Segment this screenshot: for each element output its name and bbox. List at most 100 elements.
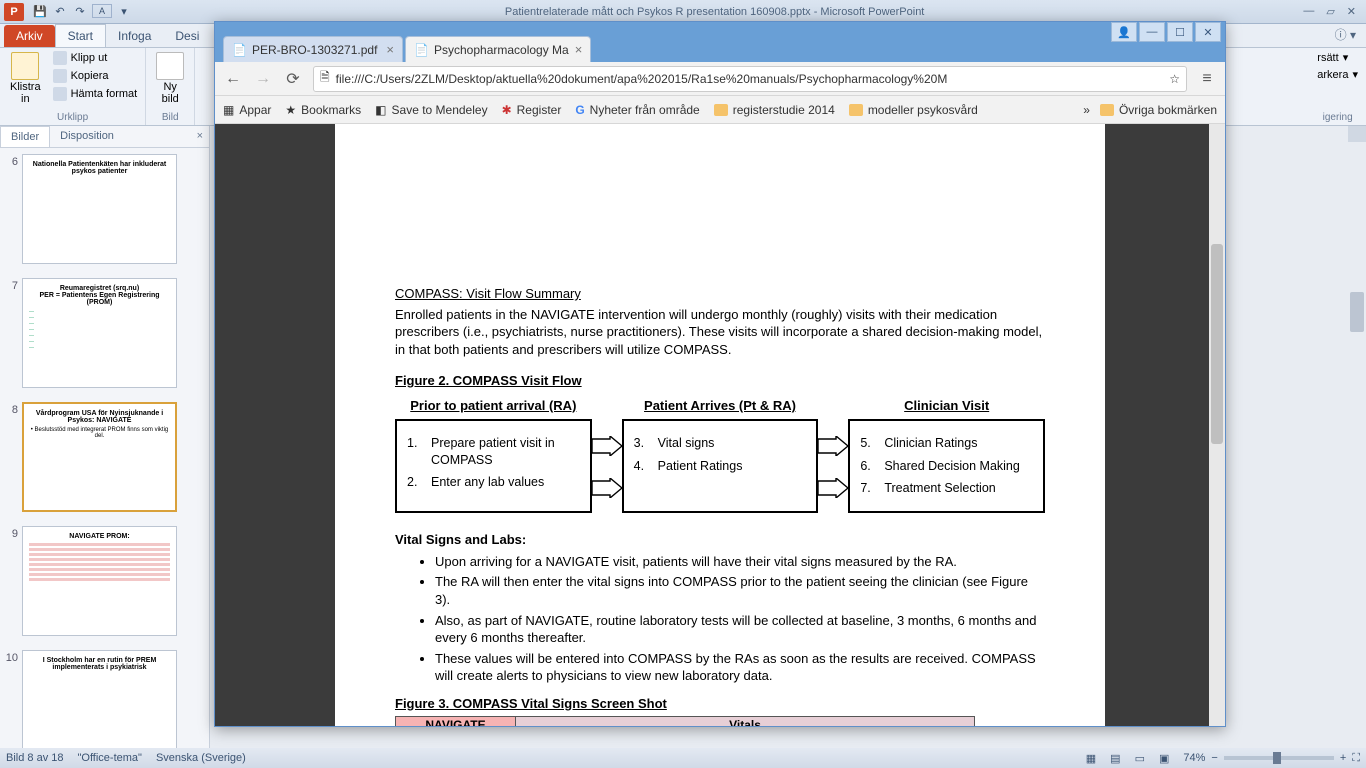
copy-icon <box>53 69 67 83</box>
cut-button[interactable]: Klipp ut <box>51 50 140 66</box>
zoom-out-icon[interactable]: − <box>1211 752 1217 764</box>
thumb-number: 7 <box>4 278 18 388</box>
tab-design[interactable]: Desi <box>163 25 211 47</box>
reload-button[interactable]: ⟳ <box>283 69 303 89</box>
zoom-control[interactable]: 74% − + ⛶ <box>1183 752 1360 765</box>
ribbon-help-icon[interactable]: ⓘ ▾ <box>1325 22 1366 47</box>
bm-nyheter[interactable]: GNyheter från område <box>575 103 699 117</box>
thumb-preview[interactable]: I Stockholm har en rutin för PREM implem… <box>22 650 177 748</box>
group-editing-label: igering <box>1315 112 1360 123</box>
figure2-flow: Prior to patient arrival (RA) 1.Prepare … <box>395 398 1045 514</box>
tab-file[interactable]: Arkiv <box>4 25 55 47</box>
group-slides-label: Bild <box>152 112 188 123</box>
chrome-user-icon[interactable]: 👤 <box>1111 22 1137 42</box>
chrome-maximize-icon[interactable]: ☐ <box>1167 22 1193 42</box>
forward-button[interactable]: → <box>253 69 273 89</box>
back-button[interactable]: ← <box>223 69 243 89</box>
chrome-tab-1[interactable]: 📄 PER-BRO-1303271.pdf × <box>223 36 403 62</box>
thumb-number: 8 <box>4 402 18 512</box>
col3-heading: Clinician Visit <box>848 398 1045 413</box>
viewer-scrollbar[interactable] <box>1209 124 1225 726</box>
pane-tab-outline[interactable]: Disposition <box>50 126 124 147</box>
thumb-preview[interactable]: Reumaregistret (srq.nu)PER = Patientens … <box>22 278 177 388</box>
chrome-minimize-icon[interactable]: — <box>1139 22 1165 42</box>
menu-icon[interactable]: ≡ <box>1197 69 1217 89</box>
view-reading-icon[interactable]: ▭ <box>1135 752 1145 765</box>
vertical-scrollbar[interactable] <box>1348 126 1366 748</box>
google-icon: G <box>575 103 584 117</box>
zoom-label: 74% <box>1183 752 1205 764</box>
thumb-preview[interactable]: Vårdprogram USA för Nyinsjuknande i Psyk… <box>22 402 177 512</box>
save-icon[interactable]: 💾 <box>32 4 48 20</box>
bm-apps[interactable]: ▦Appar <box>223 103 271 117</box>
tab-close-icon[interactable]: × <box>575 42 583 57</box>
redo-icon[interactable]: ↷ <box>72 4 88 20</box>
vital-signs-heading: Vital Signs and Labs: <box>395 531 1045 549</box>
quick-access-toolbar: 💾 ↶ ↷ A ▾ <box>28 4 136 20</box>
col1-heading: Prior to patient arrival (RA) <box>395 398 592 413</box>
thumb-preview[interactable]: NAVIGATE PROM: <box>22 526 177 636</box>
col1-box: 1.Prepare patient visit in COMPASS 2.Ent… <box>395 419 592 514</box>
bm-other[interactable]: Övriga bokmärken <box>1100 103 1217 117</box>
copy-button[interactable]: Kopiera <box>51 68 140 84</box>
view-sorter-icon[interactable]: ▤ <box>1110 752 1120 765</box>
star-icon[interactable]: ☆ <box>1169 72 1180 86</box>
zoom-slider[interactable] <box>1224 756 1334 760</box>
slide-thumb[interactable]: 7Reumaregistret (srq.nu)PER = Patientens… <box>4 278 205 388</box>
col3-box: 5.Clinician Ratings 6.Shared Decision Ma… <box>848 419 1045 514</box>
chrome-toolbar: ← → ⟳ 🗎 file:///C:/Users/2ZLM/Desktop/ak… <box>215 62 1225 96</box>
scroll-thumb[interactable] <box>1350 292 1364 332</box>
paste-button[interactable]: Klistrain <box>6 50 45 107</box>
close-icon[interactable]: ✕ <box>1347 5 1356 18</box>
chrome-window: 👤 — ☐ ✕ 📄 PER-BRO-1303271.pdf × 📄 Psycho… <box>214 21 1226 727</box>
thumb-number: 9 <box>4 526 18 636</box>
view-slideshow-icon[interactable]: ▣ <box>1159 752 1169 765</box>
slide-thumb[interactable]: 6Nationella Patientenkäten har inkludera… <box>4 154 205 264</box>
figure3-caption: Figure 3. COMPASS Vital Signs Screen Sho… <box>395 696 667 711</box>
pane-tab-slides[interactable]: Bilder <box>0 126 50 147</box>
status-language[interactable]: Svenska (Sverige) <box>156 752 246 764</box>
slide-thumb[interactable]: 9NAVIGATE PROM: <box>4 526 205 636</box>
tab-close-icon[interactable]: × <box>386 42 394 57</box>
thumb-number: 10 <box>4 650 18 748</box>
status-bar: Bild 8 av 18 "Office-tema" Svenska (Sver… <box>0 748 1366 768</box>
select-button[interactable]: arkera ▾ <box>1315 67 1360 82</box>
pane-close-icon[interactable]: × <box>191 126 209 147</box>
tab-insert[interactable]: Infoga <box>106 25 163 47</box>
chrome-close-icon[interactable]: ✕ <box>1195 22 1221 42</box>
tab-home[interactable]: Start <box>55 24 106 47</box>
arrow-icon <box>818 414 848 498</box>
format-painter-button[interactable]: Hämta format <box>51 86 140 102</box>
replace-button[interactable]: rsätt ▾ <box>1315 50 1360 65</box>
qat-dropdown-icon[interactable]: ▾ <box>116 4 132 20</box>
pdf-page: COMPASS: Visit Flow Summary Enrolled pat… <box>335 124 1105 726</box>
bm-bookmarks[interactable]: ★Bookmarks <box>285 103 361 117</box>
fit-icon[interactable]: ⛶ <box>1352 752 1360 765</box>
zoom-in-icon[interactable]: + <box>1340 752 1346 764</box>
clipboard-icon <box>11 52 39 80</box>
pdf-file-icon: 📄 <box>232 43 246 57</box>
intro-paragraph: Enrolled patients in the NAVIGATE interv… <box>395 306 1045 359</box>
new-slide-icon <box>156 52 184 80</box>
chrome-tab-1-title: PER-BRO-1303271.pdf <box>252 43 377 57</box>
address-bar[interactable]: 🗎 file:///C:/Users/2ZLM/Desktop/aktuella… <box>313 66 1187 92</box>
scroll-up-icon[interactable] <box>1348 126 1366 142</box>
minimize-icon[interactable]: — <box>1303 5 1314 18</box>
qat-font-box[interactable]: A <box>92 4 112 18</box>
slide-thumb[interactable]: 10I Stockholm har en rutin för PREM impl… <box>4 650 205 748</box>
view-normal-icon[interactable]: ▦ <box>1086 752 1096 765</box>
bm-reg2014[interactable]: registerstudie 2014 <box>714 103 835 117</box>
chrome-tab-2[interactable]: 📄 Psychopharmacology Ma × <box>405 36 591 62</box>
bm-modeller[interactable]: modeller psykosvård <box>849 103 978 117</box>
restore-icon[interactable]: ▱ <box>1326 5 1334 18</box>
undo-icon[interactable]: ↶ <box>52 4 68 20</box>
pdf-viewer[interactable]: COMPASS: Visit Flow Summary Enrolled pat… <box>215 124 1225 726</box>
bm-mendeley[interactable]: ◧Save to Mendeley <box>375 103 487 117</box>
new-slide-button[interactable]: Nybild <box>152 50 188 107</box>
apps-grid-icon: ▦ <box>223 103 234 117</box>
bm-register[interactable]: ✱Register <box>502 103 562 117</box>
bm-overflow-icon[interactable]: » <box>1083 103 1090 117</box>
thumb-preview[interactable]: Nationella Patientenkäten har inkluderat… <box>22 154 177 264</box>
figure3-preview: NAVIGATE Vitals <box>395 716 975 726</box>
slide-thumb[interactable]: 8Vårdprogram USA för Nyinsjuknande i Psy… <box>4 402 205 512</box>
